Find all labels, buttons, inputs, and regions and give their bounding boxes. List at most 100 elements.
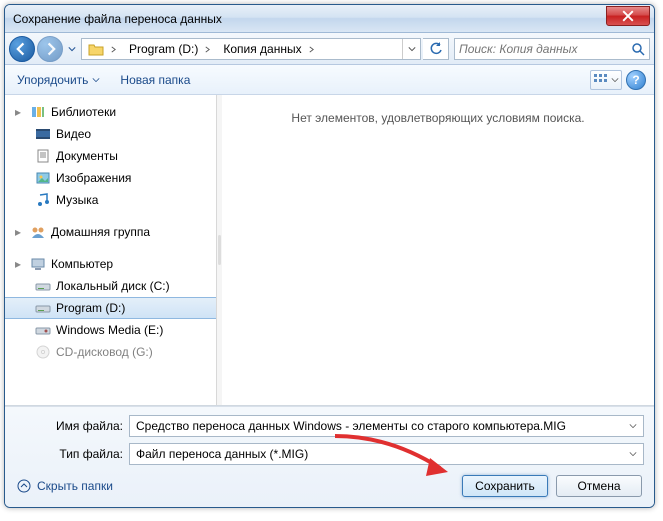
chevron-up-circle-icon [17, 479, 31, 493]
sidebar-item-drive-c[interactable]: Локальный диск (C:) [5, 275, 216, 297]
new-folder-label: Новая папка [120, 73, 190, 87]
help-icon: ? [632, 73, 639, 87]
pictures-icon [35, 170, 51, 186]
bottom-panel: Имя файла: Средство переноса данных Wind… [5, 406, 654, 507]
sidebar-item-drive-e[interactable]: Windows Media (E:) [5, 319, 216, 341]
breadcrumb-item-1[interactable]: Копия данных [217, 39, 320, 59]
sidebar-item-label: CD-дисковод (G:) [56, 345, 153, 359]
help-button[interactable]: ? [626, 70, 646, 90]
splitter-handle-icon [218, 235, 221, 265]
video-icon [35, 126, 51, 142]
chevron-right-icon [110, 46, 117, 53]
file-list-pane[interactable]: Нет элементов, удовлетворяющих условиям … [222, 95, 654, 405]
sidebar-item-documents[interactable]: Документы [5, 145, 216, 167]
cancel-label: Отмена [577, 479, 620, 493]
save-dialog-window: Сохранение файла переноса данных Program… [4, 4, 655, 508]
search-input[interactable] [459, 42, 627, 56]
close-button[interactable] [606, 6, 650, 26]
breadcrumb-label: Копия данных [223, 42, 301, 56]
filename-input[interactable]: Средство переноса данных Windows - элеме… [129, 415, 644, 437]
cancel-button[interactable]: Отмена [556, 475, 642, 497]
sidebar-item-label: Изображения [56, 171, 131, 185]
navigation-pane[interactable]: ▸ Библиотеки Видео Документы Изображения [5, 95, 217, 405]
filename-value: Средство переноса данных Windows - элеме… [136, 419, 566, 433]
view-mode-button[interactable] [590, 70, 622, 90]
libraries-icon [30, 104, 46, 120]
sidebar-item-video[interactable]: Видео [5, 123, 216, 145]
chevron-down-icon [629, 422, 637, 430]
search-box[interactable] [454, 38, 650, 60]
sidebar-item-drive-g[interactable]: CD-дисковод (G:) [5, 341, 216, 363]
back-button[interactable] [9, 36, 35, 62]
sidebar-computer[interactable]: ▸ Компьютер [5, 253, 216, 275]
expand-icon: ▸ [15, 105, 25, 119]
chevron-down-icon [611, 76, 619, 84]
breadcrumb[interactable]: Program (D:) Копия данных [81, 38, 421, 60]
forward-button[interactable] [37, 36, 63, 62]
filetype-label: Тип файла: [15, 447, 123, 461]
filetype-select[interactable]: Файл переноса данных (*.MIG) [129, 443, 644, 465]
empty-message: Нет элементов, удовлетворяющих условиям … [291, 111, 584, 405]
chevron-right-icon [308, 46, 315, 53]
documents-icon [35, 148, 51, 164]
chevron-right-icon [204, 46, 211, 53]
sidebar-item-label: Program (D:) [56, 301, 125, 315]
filetype-value: Файл переноса данных (*.MIG) [136, 447, 308, 461]
sidebar-item-label: Библиотеки [51, 105, 116, 119]
sidebar-item-label: Windows Media (E:) [56, 323, 163, 337]
sidebar-homegroup[interactable]: ▸ Домашняя группа [5, 221, 216, 243]
save-button[interactable]: Сохранить [462, 475, 548, 497]
chevron-down-icon [629, 450, 637, 458]
drive-icon [35, 322, 51, 338]
window-title: Сохранение файла переноса данных [13, 12, 606, 26]
organize-label: Упорядочить [17, 73, 88, 87]
sidebar-item-music[interactable]: Музыка [5, 189, 216, 211]
sidebar-libraries[interactable]: ▸ Библиотеки [5, 101, 216, 123]
filetype-row: Тип файла: Файл переноса данных (*.MIG) [15, 443, 644, 465]
save-label: Сохранить [475, 479, 535, 493]
sidebar-item-label: Локальный диск (C:) [56, 279, 170, 293]
sidebar-item-pictures[interactable]: Изображения [5, 167, 216, 189]
new-folder-button[interactable]: Новая папка [116, 71, 194, 89]
sidebar-item-label: Музыка [56, 193, 98, 207]
filename-label: Имя файла: [15, 419, 123, 433]
chevron-down-icon [68, 45, 76, 53]
nav-history-dropdown[interactable] [65, 39, 79, 59]
hide-folders-button[interactable]: Скрыть папки [17, 479, 113, 493]
nav-toolbar: Program (D:) Копия данных [5, 33, 654, 65]
drive-icon [35, 278, 51, 294]
folder-icon [88, 42, 104, 56]
sidebar-item-drive-d[interactable]: Program (D:) [5, 297, 216, 319]
sidebar-item-label: Компьютер [51, 257, 113, 271]
chevron-down-icon [408, 45, 416, 53]
drive-icon [35, 300, 51, 316]
refresh-icon [429, 42, 443, 56]
organize-menu[interactable]: Упорядочить [13, 71, 104, 89]
refresh-button[interactable] [423, 38, 449, 60]
sidebar-item-label: Домашняя группа [51, 225, 150, 239]
homegroup-icon [30, 224, 46, 240]
computer-icon [30, 256, 46, 272]
close-icon [622, 10, 634, 22]
titlebar[interactable]: Сохранение файла переноса данных [5, 5, 654, 33]
hide-folders-label: Скрыть папки [37, 479, 113, 493]
breadcrumb-dropdown[interactable] [402, 39, 420, 59]
expand-icon: ▸ [15, 225, 25, 239]
sidebar-item-label: Документы [56, 149, 118, 163]
command-bar: Упорядочить Новая папка ? [5, 65, 654, 95]
view-icon [594, 74, 608, 86]
expand-icon: ▸ [15, 257, 25, 271]
body-area: ▸ Библиотеки Видео Документы Изображения [5, 95, 654, 406]
music-icon [35, 192, 51, 208]
chevron-down-icon [92, 76, 100, 84]
button-row: Скрыть папки Сохранить Отмена [15, 471, 644, 499]
arrow-left-icon [15, 42, 29, 56]
arrow-right-icon [43, 42, 57, 56]
cd-icon [35, 344, 51, 360]
breadcrumb-label: Program (D:) [129, 42, 198, 56]
filename-row: Имя файла: Средство переноса данных Wind… [15, 415, 644, 437]
breadcrumb-item-0[interactable]: Program (D:) [123, 39, 217, 59]
search-icon [631, 42, 645, 56]
sidebar-item-label: Видео [56, 127, 91, 141]
breadcrumb-root[interactable] [82, 39, 123, 59]
